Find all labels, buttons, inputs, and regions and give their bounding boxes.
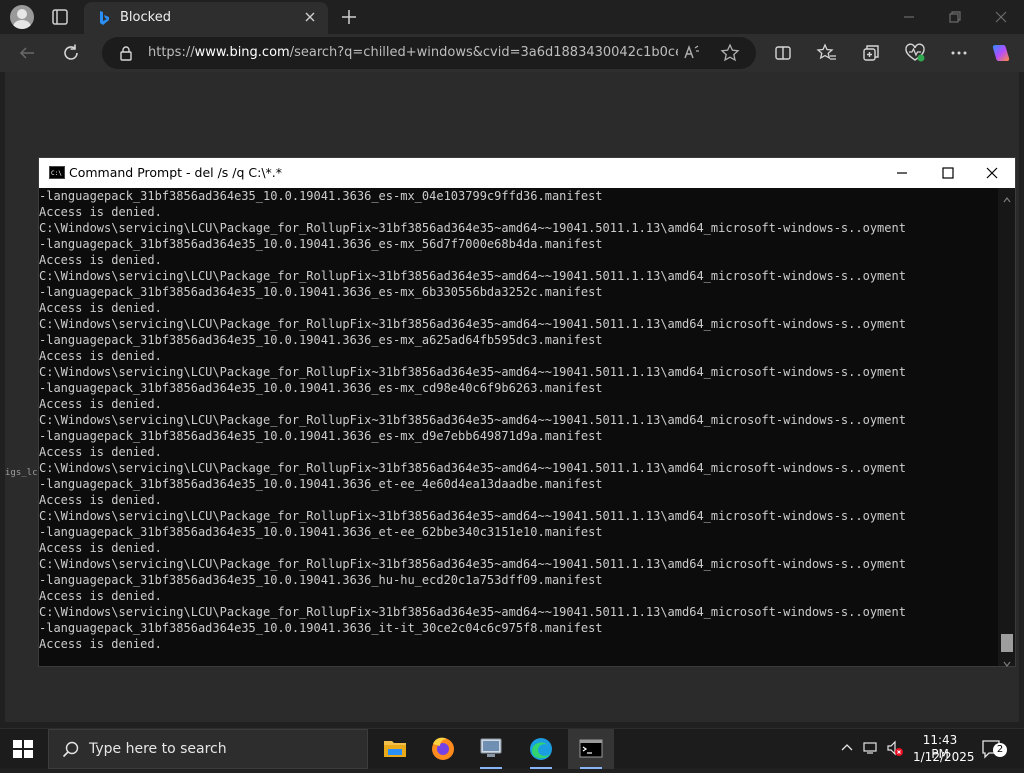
console-app-icon: C:\ <box>49 166 65 179</box>
volume-muted-icon[interactable] <box>886 739 904 757</box>
console-line: Access is denied. <box>39 541 162 555</box>
console-line: Access is denied. <box>39 637 162 651</box>
console-close-icon[interactable] <box>969 158 1015 188</box>
remote-desktop-icon[interactable] <box>468 729 514 769</box>
show-hidden-icons-chevron-icon[interactable] <box>838 739 856 757</box>
background-text-fragment: igs_lc <box>5 468 38 478</box>
console-line: Access is denied. <box>39 301 162 315</box>
console-line: C:\Windows\servicing\LCU\Package_for_Rol… <box>39 317 906 331</box>
console-line: -languagepack_31bf3856ad364e35_10.0.1904… <box>39 333 603 347</box>
address-bar[interactable]: https://www.bing.com/search?q=chilled+wi… <box>102 37 756 69</box>
command-prompt-taskbar-icon[interactable] <box>568 729 614 769</box>
console-line: Access is denied. <box>39 493 162 507</box>
minimize-icon[interactable] <box>898 6 920 28</box>
console-minimize-icon[interactable] <box>879 158 925 188</box>
console-line: C:\Windows\servicing\LCU\Package_for_Rol… <box>39 509 906 523</box>
console-line: C:\Windows\servicing\LCU\Package_for_Rol… <box>39 221 906 235</box>
console-line: -languagepack_31bf3856ad364e35_10.0.1904… <box>39 525 603 539</box>
url-text[interactable]: https://www.bing.com/search?q=chilled+wi… <box>148 45 678 60</box>
url-scheme: https:// <box>148 45 195 60</box>
console-line: -languagepack_31bf3856ad364e35_10.0.1904… <box>39 621 603 635</box>
console-line: -languagepack_31bf3856ad364e35_10.0.1904… <box>39 429 603 443</box>
svg-text:C:\: C:\ <box>51 170 62 177</box>
edge-icon[interactable] <box>518 729 564 769</box>
console-line: Access is denied. <box>39 397 162 411</box>
tab-actions-icon[interactable] <box>48 5 72 29</box>
restore-icon[interactable] <box>944 6 966 28</box>
scroll-up-arrow-icon[interactable] <box>1002 190 1012 203</box>
console-line: -languagepack_31bf3856ad364e35_10.0.1904… <box>39 381 603 395</box>
app-running-indicator <box>480 767 502 769</box>
scrollbar-thumb[interactable] <box>1001 634 1013 652</box>
collections-icon[interactable] <box>860 42 882 64</box>
close-window-icon[interactable] <box>990 6 1012 28</box>
console-line: C:\Windows\servicing\LCU\Package_for_Rol… <box>39 269 906 283</box>
notification-count-badge: 2 <box>993 743 1007 757</box>
console-line: -languagepack_31bf3856ad364e35_10.0.1904… <box>39 237 603 251</box>
browser-toolbar: https://www.bing.com/search?q=chilled+wi… <box>0 34 1024 72</box>
console-line: C:\Windows\servicing\LCU\Package_for_Rol… <box>39 365 906 379</box>
console-line: -languagepack_31bf3856ad364e35_10.0.1904… <box>39 573 603 587</box>
console-line: Access is denied. <box>39 589 162 603</box>
console-maximize-icon[interactable] <box>925 158 971 188</box>
app-active-indicator <box>580 767 602 769</box>
url-path: /search?q=chilled+windows&cvid=3a6d18834… <box>289 45 678 60</box>
console-line: -languagepack_31bf3856ad364e35_10.0.1904… <box>39 189 603 203</box>
new-tab-plus-icon[interactable] <box>338 6 360 28</box>
command-prompt-window[interactable]: C:\ Command Prompt - del /s /q C:\*.* -l… <box>38 157 1016 667</box>
tab-close-icon[interactable] <box>302 9 318 25</box>
tab-bar: Blocked <box>0 0 1024 34</box>
clock-date[interactable]: 1/12/2025 <box>913 750 975 764</box>
tab-title: Blocked <box>120 10 171 25</box>
search-icon <box>61 740 81 760</box>
console-line: Access is denied. <box>39 445 162 459</box>
console-line: Access is denied. <box>39 205 162 219</box>
firefox-icon[interactable] <box>420 729 466 769</box>
console-scrollbar[interactable] <box>998 188 1015 667</box>
refresh-icon[interactable] <box>60 42 82 64</box>
console-line: C:\Windows\servicing\LCU\Package_for_Rol… <box>39 605 906 619</box>
browser-essentials-icon[interactable] <box>904 42 926 64</box>
app-running-indicator <box>530 767 552 769</box>
profile-avatar[interactable] <box>10 5 34 29</box>
search-placeholder: Type here to search <box>89 741 227 757</box>
network-icon[interactable] <box>862 739 880 757</box>
console-title-bar[interactable]: C:\ Command Prompt - del /s /q C:\*.* <box>39 158 1015 188</box>
lock-icon[interactable] <box>118 45 134 61</box>
windows-start-icon[interactable] <box>12 739 34 759</box>
console-line: C:\Windows\servicing\LCU\Package_for_Rol… <box>39 557 906 571</box>
url-domain: www.bing.com <box>194 45 290 60</box>
taskbar: Type here to search 11:43 PM 1/12/2025 2 <box>0 728 1024 769</box>
bing-favicon-icon <box>96 10 112 26</box>
favorite-star-icon[interactable] <box>720 43 740 63</box>
more-options-icon[interactable] <box>948 42 970 64</box>
favorites-icon[interactable] <box>816 42 838 64</box>
copilot-icon[interactable] <box>990 42 1012 64</box>
console-line: -languagepack_31bf3856ad364e35_10.0.1904… <box>39 285 603 299</box>
console-title: Command Prompt - del /s /q C:\*.* <box>69 165 283 180</box>
back-arrow-icon[interactable] <box>16 42 38 64</box>
read-aloud-icon[interactable] <box>682 43 702 63</box>
console-line: -languagepack_31bf3856ad364e35_10.0.1904… <box>39 477 603 491</box>
console-line: C:\Windows\servicing\LCU\Package_for_Rol… <box>39 461 906 475</box>
scroll-down-arrow-icon[interactable] <box>1002 654 1012 667</box>
console-line: C:\Windows\servicing\LCU\Package_for_Rol… <box>39 413 906 427</box>
file-explorer-icon[interactable] <box>372 729 418 769</box>
tab-blocked[interactable]: Blocked <box>84 2 328 34</box>
taskbar-search-box[interactable]: Type here to search <box>48 729 368 769</box>
console-output[interactable]: -languagepack_31bf3856ad364e35_10.0.1904… <box>39 188 999 666</box>
split-screen-icon[interactable] <box>772 42 794 64</box>
console-line: Access is denied. <box>39 253 162 267</box>
console-line: Access is denied. <box>39 349 162 363</box>
